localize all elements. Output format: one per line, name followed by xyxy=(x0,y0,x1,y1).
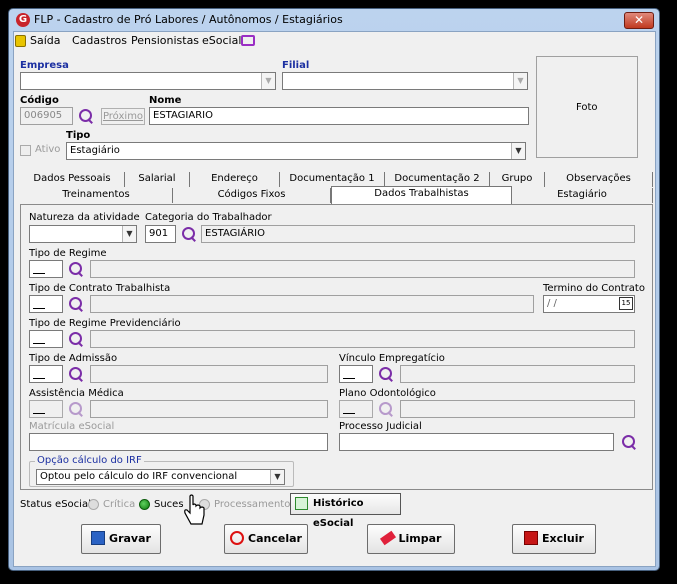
eraser-icon xyxy=(379,530,396,546)
vinculo-label: Vínculo Empregatício xyxy=(339,353,445,364)
proximo-button[interactable]: Próximo xyxy=(101,108,145,125)
menu-pensionistas[interactable]: Pensionistas xyxy=(131,34,199,47)
natureza-select[interactable]: ▼ xyxy=(29,225,137,243)
app-logo-icon: G xyxy=(16,13,30,27)
sucesso-label: Suces xyxy=(154,499,184,510)
window-title: FLP - Cadastro de Pró Labores / Autônomo… xyxy=(34,13,343,26)
search-icon[interactable] xyxy=(181,226,197,242)
lock-icon xyxy=(15,35,26,47)
search-icon[interactable] xyxy=(68,366,84,382)
tab-dados-trabalhistas[interactable]: Dados Trabalhistas xyxy=(331,186,512,205)
plano-code[interactable] xyxy=(339,400,373,418)
admissao-code[interactable] xyxy=(29,365,63,383)
tab-documentacao-1[interactable]: Documentação 1 xyxy=(280,172,385,187)
nome-field[interactable]: ESTAGIARIO xyxy=(149,107,529,125)
tab-estagiario[interactable]: Estagiário xyxy=(512,188,653,203)
calendar-icon[interactable]: 15 xyxy=(619,297,633,310)
processo-label: Processo Judicial xyxy=(339,421,422,432)
matricula-field[interactable] xyxy=(29,433,328,451)
search-icon[interactable] xyxy=(68,401,84,417)
regime-prev-code[interactable] xyxy=(29,330,63,348)
tab-documentacao-2[interactable]: Documentação 2 xyxy=(385,172,490,187)
search-icon[interactable] xyxy=(68,261,84,277)
irf-group-label: Opção cálculo do IRF xyxy=(35,455,144,466)
processamento-label: Processamento xyxy=(214,499,291,510)
search-icon[interactable] xyxy=(78,108,94,124)
excluir-button[interactable]: Excluir xyxy=(512,524,596,554)
categoria-desc-field: ESTAGIÁRIO xyxy=(201,225,635,243)
document-icon xyxy=(295,497,308,510)
menu-saida[interactable]: Saída xyxy=(30,34,61,47)
nome-label: Nome xyxy=(149,95,182,106)
assistencia-desc xyxy=(90,400,328,418)
tab-observacoes[interactable]: Observações xyxy=(545,172,653,187)
filial-label: Filial xyxy=(282,60,310,71)
search-icon[interactable] xyxy=(68,296,84,312)
monitor-icon[interactable] xyxy=(241,35,255,46)
ativo-label: Ativo xyxy=(35,144,61,155)
regime-prev-desc xyxy=(90,330,635,348)
tab-treinamentos[interactable]: Treinamentos xyxy=(20,188,173,203)
categoria-label: Categoria do Trabalhador xyxy=(145,212,272,223)
codigo-field[interactable]: 006905 xyxy=(20,107,73,125)
search-icon[interactable] xyxy=(378,366,394,382)
regime-prev-label: Tipo de Regime Previdenciário xyxy=(29,318,181,329)
hand-cursor-icon xyxy=(184,494,205,525)
tab-grupo[interactable]: Grupo xyxy=(490,172,545,187)
matricula-label: Matrícula eSocial xyxy=(29,421,115,432)
categoria-code-field[interactable]: 901 xyxy=(145,225,176,243)
save-icon xyxy=(91,531,106,545)
cancel-icon xyxy=(230,531,245,545)
photo-label: Foto xyxy=(576,102,598,113)
status-label: Status eSocial: xyxy=(20,499,95,510)
tipo-label: Tipo xyxy=(66,130,91,141)
processo-field[interactable] xyxy=(339,433,614,451)
cancelar-button[interactable]: Cancelar xyxy=(224,524,308,554)
tipo-contrato-label: Tipo de Contrato Trabalhista xyxy=(29,283,171,294)
trash-icon xyxy=(524,531,539,545)
tipo-select[interactable]: Estagiário ▼ xyxy=(66,142,526,160)
natureza-label: Natureza da atividade xyxy=(29,212,140,223)
filial-select[interactable]: ▼ xyxy=(282,72,528,90)
tipo-regime-label: Tipo de Regime xyxy=(29,248,107,259)
empresa-select[interactable]: ▼ xyxy=(20,72,276,90)
ativo-checkbox[interactable] xyxy=(20,145,31,156)
tipo-contrato-code[interactable] xyxy=(29,295,63,313)
admissao-desc xyxy=(90,365,328,383)
empresa-label: Empresa xyxy=(20,60,69,71)
plano-label: Plano Odontológico xyxy=(339,388,436,399)
close-button[interactable]: ✕ xyxy=(624,12,654,29)
tab-codigos-fixos[interactable]: Códigos Fixos xyxy=(173,188,331,203)
search-icon[interactable] xyxy=(621,434,637,450)
search-icon[interactable] xyxy=(68,331,84,347)
tipo-contrato-desc xyxy=(90,295,534,313)
tipo-regime-code[interactable] xyxy=(29,260,63,278)
limpar-button[interactable]: Limpar xyxy=(367,524,455,554)
menu-cadastros[interactable]: Cadastros xyxy=(72,34,127,47)
assistencia-code[interactable] xyxy=(29,400,63,418)
termino-label: Termino do Contrato xyxy=(543,283,645,294)
tipo-regime-desc xyxy=(90,260,635,278)
tab-endereco[interactable]: Endereço xyxy=(190,172,280,187)
critica-label: Crítica xyxy=(103,499,136,510)
assistencia-label: Assistência Médica xyxy=(29,388,124,399)
plano-desc xyxy=(400,400,635,418)
codigo-label: Código xyxy=(20,95,59,106)
menu-esocial[interactable]: eSocial xyxy=(202,34,241,47)
tab-dados-pessoais[interactable]: Dados Pessoais xyxy=(20,172,125,187)
admissao-label: Tipo de Admissão xyxy=(29,353,118,364)
vinculo-desc xyxy=(400,365,635,383)
vinculo-code[interactable] xyxy=(339,365,373,383)
critica-radio[interactable] xyxy=(88,499,99,510)
irf-select[interactable]: Optou pelo cálculo do IRF convencional ▼ xyxy=(36,469,285,485)
search-icon[interactable] xyxy=(378,401,394,417)
tab-salarial[interactable]: Salarial xyxy=(125,172,190,187)
sucesso-radio[interactable] xyxy=(139,499,150,510)
gravar-button[interactable]: Gravar xyxy=(81,524,161,554)
